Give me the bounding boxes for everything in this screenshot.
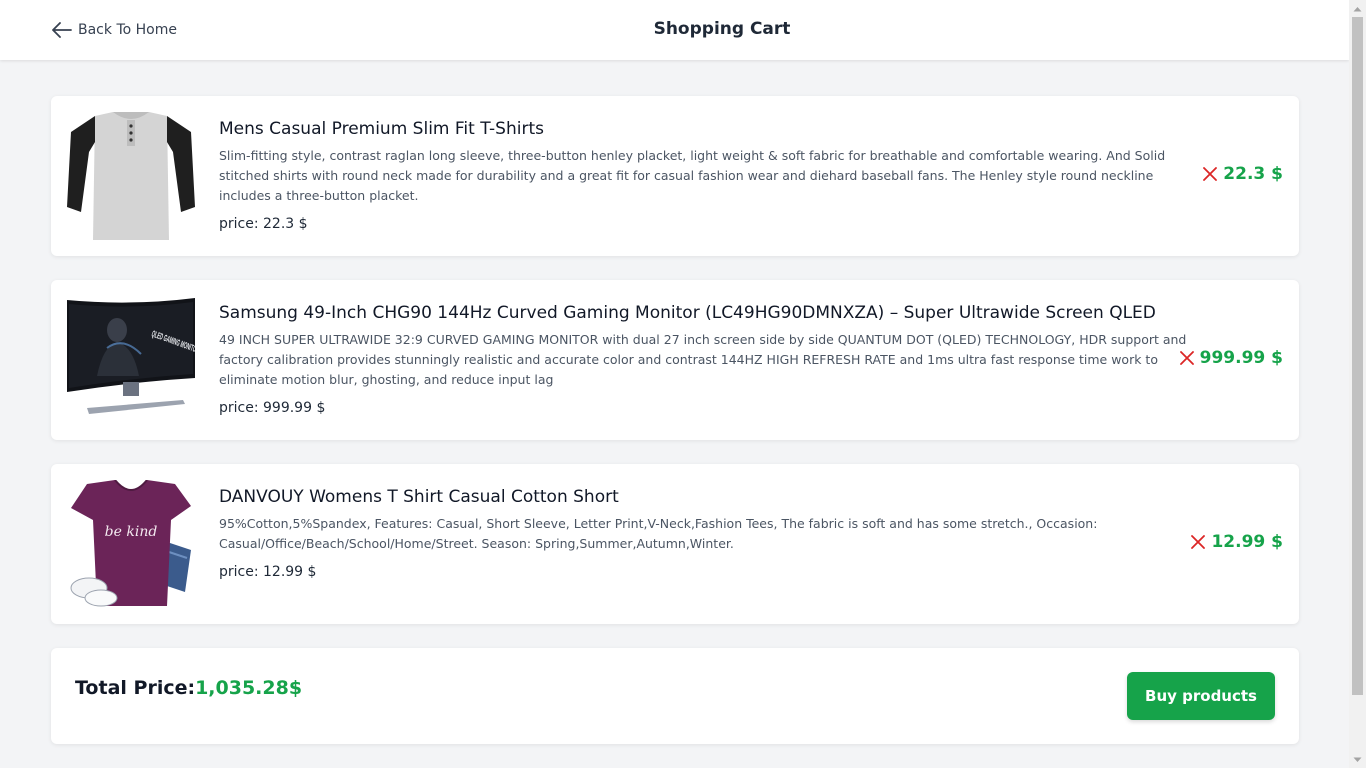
order-summary: Total Price:1,035.28$ Buy products: [51, 648, 1299, 744]
cart-item-body: DANVOUY Womens T Shirt Casual Cotton Sho…: [219, 486, 1209, 580]
scrollbar-thumb[interactable]: [1352, 17, 1363, 695]
page-title-text: Shopping Cart: [653, 19, 791, 39]
cart-item-body: Mens Casual Premium Slim Fit T-Shirts Sl…: [219, 118, 1209, 232]
cart-item: QLED GAMING MONITOR Samsung 49-Inch CHG9…: [51, 280, 1299, 440]
close-icon[interactable]: [1179, 351, 1194, 365]
cart-item-actions: 999.99 $: [1179, 348, 1283, 368]
cart-item-actions: 22.3 $: [1203, 164, 1283, 184]
cart-item-title: Mens Casual Premium Slim Fit T-Shirts: [219, 119, 544, 139]
cart-item-total: 999.99 $: [1199, 348, 1283, 368]
cart-item-price: price: 999.99 $: [219, 400, 326, 416]
cart-item-title: Samsung 49-Inch CHG90 144Hz Curved Gamin…: [219, 303, 1156, 323]
chevron-up-icon: [1353, 6, 1362, 11]
tshirt-print-text: be kind: [105, 524, 158, 540]
scroll-down-button[interactable]: [1349, 751, 1366, 768]
cart-item: be kind DANVOUY Womens T Shirt Casual Co…: [51, 464, 1299, 624]
scroll-up-button[interactable]: [1349, 0, 1366, 17]
curved-monitor-image: QLED GAMING MONITOR: [67, 296, 195, 424]
close-icon[interactable]: [1203, 167, 1218, 181]
page-title: Shopping Cart: [0, 19, 1349, 39]
top-header: Back To Home Shopping Cart: [0, 0, 1349, 60]
cart-item-title: DANVOUY Womens T Shirt Casual Cotton Sho…: [219, 487, 619, 507]
chevron-down-icon: [1353, 757, 1362, 762]
cart-item-actions: 12.99 $: [1191, 532, 1283, 552]
total-price-label: Total Price:: [75, 677, 196, 699]
close-icon[interactable]: [1191, 535, 1206, 549]
total-price: Total Price:1,035.28$: [75, 677, 302, 699]
henley-shirt-image: [67, 112, 195, 240]
buy-products-button[interactable]: Buy products: [1127, 672, 1275, 720]
womens-tshirt-image: be kind: [67, 480, 195, 608]
cart-item-total: 22.3 $: [1223, 164, 1283, 184]
cart-item-price: price: 12.99 $: [219, 564, 317, 580]
cart-item: Mens Casual Premium Slim Fit T-Shirts Sl…: [51, 96, 1299, 256]
page: Back To Home Shopping Cart Mens Casual P…: [0, 0, 1366, 768]
cart-item-body: Samsung 49-Inch CHG90 144Hz Curved Gamin…: [219, 302, 1209, 416]
cart-item-description: Slim-fitting style, contrast raglan long…: [219, 148, 1166, 203]
main-content: Back To Home Shopping Cart Mens Casual P…: [0, 0, 1349, 768]
vertical-scrollbar[interactable]: [1349, 0, 1366, 768]
cart-item-description: 49 INCH SUPER ULTRAWIDE 32:9 CURVED GAMI…: [219, 332, 1187, 387]
cart-item-description: 95%Cotton,5%Spandex, Features: Casual, S…: [219, 516, 1098, 551]
cart-item-total: 12.99 $: [1211, 532, 1283, 552]
total-price-value: 1,035.28$: [195, 677, 303, 699]
cart-item-price: price: 22.3 $: [219, 216, 308, 232]
